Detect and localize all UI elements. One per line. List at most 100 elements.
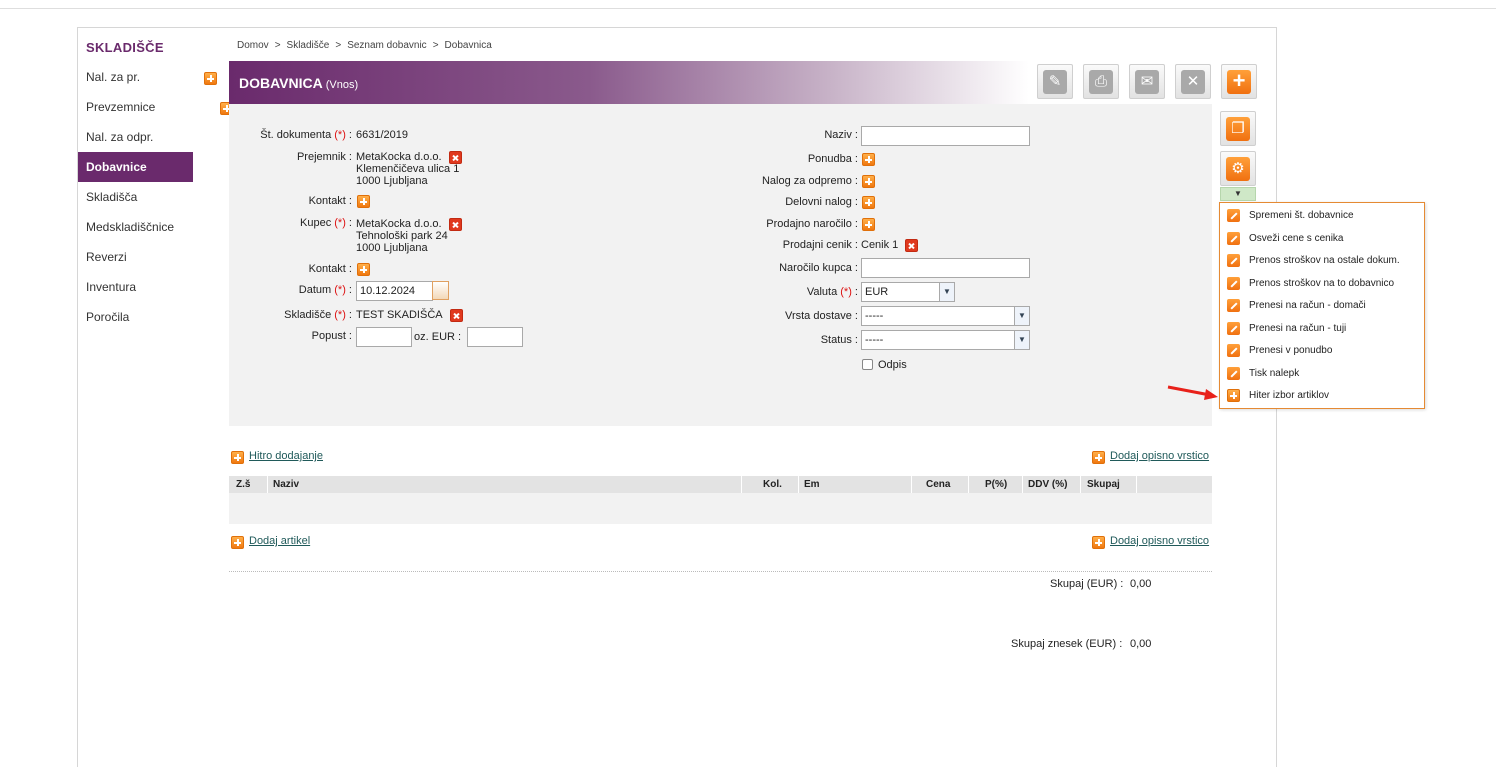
add-delovni-nalog-icon[interactable] bbox=[862, 196, 875, 209]
pencil-icon bbox=[1227, 299, 1240, 312]
valuta-select[interactable]: EUR ▼ bbox=[861, 282, 955, 302]
naziv-input[interactable] bbox=[861, 126, 1030, 146]
add-button[interactable]: + bbox=[1221, 64, 1257, 99]
sidebar-item-porocila[interactable]: Poročila bbox=[78, 302, 193, 332]
popust-eur-input[interactable] bbox=[467, 327, 523, 347]
sidebar-item-label: Prevzemnice bbox=[86, 100, 156, 114]
popust-label: Popust : bbox=[311, 330, 352, 342]
skladisce-value: TEST SKADIŠČA bbox=[356, 309, 443, 321]
col-ddv: DDV (%) bbox=[1028, 479, 1068, 490]
sidebar-item-nal-za-odpr[interactable]: Nal. za odpr. bbox=[78, 122, 193, 152]
sidebar-item-reverzi[interactable]: Reverzi bbox=[78, 242, 193, 272]
kupec-address: MetaKocka d.o.o. Tehnološki park 24 1000… bbox=[356, 218, 448, 254]
add-nal-za-pr-icon[interactable] bbox=[204, 72, 217, 86]
add-kontakt2-icon[interactable] bbox=[357, 263, 370, 276]
col-naziv: Naziv bbox=[273, 479, 300, 490]
dodaj-opisno-vrstico-icon[interactable] bbox=[1092, 451, 1105, 464]
remove-prejemnik-icon[interactable] bbox=[449, 151, 462, 164]
narocilo-kupca-input[interactable] bbox=[861, 258, 1030, 278]
page-subtitle: (Vnos) bbox=[325, 79, 359, 91]
edit-button[interactable]: ✎ bbox=[1037, 64, 1073, 99]
dodaj-opisno-vrstico-link[interactable]: Dodaj opisno vrstico bbox=[1110, 450, 1209, 462]
sidebar-item-medskladiscnice[interactable]: Medskladiščnice bbox=[78, 212, 193, 242]
ponudba-label: Ponudba : bbox=[807, 153, 858, 165]
st-dokumenta-label: Št. dokumenta (*) : bbox=[260, 129, 352, 141]
remove-cenik-icon[interactable] bbox=[905, 239, 918, 252]
chevron-down-icon: ▼ bbox=[939, 283, 954, 301]
annotation-arrow-icon bbox=[1167, 385, 1218, 400]
col-zs: Z.š bbox=[236, 479, 251, 490]
sidebar-title: SKLADIŠČE bbox=[86, 40, 164, 55]
sidebar-item-label: Poročila bbox=[86, 310, 130, 324]
hitro-dodajanje-link[interactable]: Hitro dodajanje bbox=[249, 450, 323, 462]
sidebar-item-label: Medskladiščnice bbox=[86, 220, 175, 234]
sidebar-item-label: Inventura bbox=[86, 280, 137, 294]
breadcrumb: Domov > Skladišče > Seznam dobavnic > Dobavnic… bbox=[237, 40, 492, 51]
sidebar-item-label: Reverzi bbox=[86, 250, 127, 264]
page-title: DOBAVNICA (Vnos) bbox=[239, 75, 359, 91]
prejemnik-address: MetaKocka d.o.o. Klemenčičeva ulica 1 10… bbox=[356, 151, 460, 187]
breadcrumb-seznam-dobavnic[interactable]: Seznam dobavnic bbox=[347, 40, 427, 51]
status-select[interactable]: ----- ▼ bbox=[861, 330, 1030, 350]
copy-button[interactable]: ❐ bbox=[1220, 111, 1256, 146]
items-table-body bbox=[229, 493, 1212, 524]
pencil-icon bbox=[1227, 344, 1240, 357]
skupaj-value: 0,00 bbox=[1130, 578, 1152, 590]
datum-label: Datum (*) : bbox=[298, 284, 352, 296]
calendar-icon[interactable] bbox=[432, 281, 449, 300]
popust-input[interactable] bbox=[356, 327, 412, 347]
vrsta-dostave-select[interactable]: ----- ▼ bbox=[861, 306, 1030, 326]
col-p: P(%) bbox=[985, 479, 1008, 490]
sidebar-item-skladisca[interactable]: Skladišča bbox=[78, 182, 193, 212]
close-button[interactable]: ✕ bbox=[1175, 64, 1211, 99]
add-nalog-za-odpremo-icon[interactable] bbox=[862, 175, 875, 188]
naziv-label: Naziv : bbox=[824, 129, 858, 141]
mail-icon: ✉ bbox=[1135, 70, 1159, 94]
chevron-down-icon: ▼ bbox=[1014, 307, 1029, 325]
skupaj-label: Skupaj (EUR) : bbox=[1050, 578, 1124, 590]
prodajno-narocilo-label: Prodajno naročilo : bbox=[766, 218, 858, 230]
pencil-icon bbox=[1227, 232, 1240, 245]
odpis-checkbox[interactable] bbox=[862, 359, 873, 370]
dodaj-opisno-vrstico-2-icon[interactable] bbox=[1092, 536, 1105, 549]
pencil-icon bbox=[1227, 322, 1240, 335]
add-ponudba-icon[interactable] bbox=[862, 153, 875, 166]
hitro-dodajanje-icon[interactable] bbox=[231, 451, 244, 464]
breadcrumb-home[interactable]: Domov bbox=[237, 40, 269, 51]
valuta-label: Valuta (*) : bbox=[806, 286, 858, 298]
breadcrumb-dobavnica: Dobavnica bbox=[444, 40, 492, 51]
remove-skladisce-icon[interactable] bbox=[450, 309, 463, 322]
sidebar-item-dobavnice[interactable]: Dobavnice bbox=[78, 152, 193, 182]
dodaj-artikel-link[interactable]: Dodaj artikel bbox=[249, 535, 310, 547]
email-button[interactable]: ✉ bbox=[1129, 64, 1165, 99]
datum-input[interactable]: 10.12.2024 bbox=[356, 281, 433, 301]
pencil-icon bbox=[1227, 367, 1240, 380]
skupaj-znesek-label: Skupaj znesek (EUR) : bbox=[1011, 638, 1123, 650]
skladisce-label: Skladišče (*) : bbox=[284, 309, 352, 321]
kontakt1-label: Kontakt : bbox=[308, 195, 352, 207]
sidebar-item-prevzemnice[interactable]: Prevzemnice bbox=[78, 92, 193, 122]
add-icon bbox=[1227, 389, 1240, 402]
totals-divider bbox=[229, 571, 1212, 572]
breadcrumb-skladisce[interactable]: Skladišče bbox=[287, 40, 330, 51]
add-kontakt1-icon[interactable] bbox=[357, 195, 370, 208]
st-dokumenta-value: 6631/2019 bbox=[356, 129, 408, 141]
settings-dropdown-toggle[interactable]: ▼ bbox=[1220, 187, 1256, 201]
skupaj-znesek-value: 0,00 bbox=[1130, 638, 1152, 650]
sidebar-item-inventura[interactable]: Inventura bbox=[78, 272, 193, 302]
prodajni-cenik-label: Prodajni cenik : bbox=[782, 239, 858, 251]
top-divider bbox=[0, 8, 1496, 9]
settings-button[interactable]: ⚙ bbox=[1220, 151, 1256, 186]
vrsta-dostave-label: Vrsta dostave : bbox=[785, 310, 858, 322]
col-em: Em bbox=[804, 479, 820, 490]
print-button[interactable]: ⎙ bbox=[1083, 64, 1119, 99]
sidebar-item-nal-za-pr[interactable]: Nal. za pr. bbox=[78, 62, 193, 92]
remove-kupec-icon[interactable] bbox=[449, 218, 462, 231]
narocilo-kupca-label: Naročilo kupca : bbox=[779, 262, 858, 274]
print-icon: ⎙ bbox=[1089, 70, 1113, 94]
sidebar-item-label: Dobavnice bbox=[86, 160, 147, 174]
gear-icon: ⚙ bbox=[1226, 157, 1250, 181]
dodaj-opisno-vrstico-2-link[interactable]: Dodaj opisno vrstico bbox=[1110, 535, 1209, 547]
dodaj-artikel-icon[interactable] bbox=[231, 536, 244, 549]
add-prodajno-narocilo-icon[interactable] bbox=[862, 218, 875, 231]
